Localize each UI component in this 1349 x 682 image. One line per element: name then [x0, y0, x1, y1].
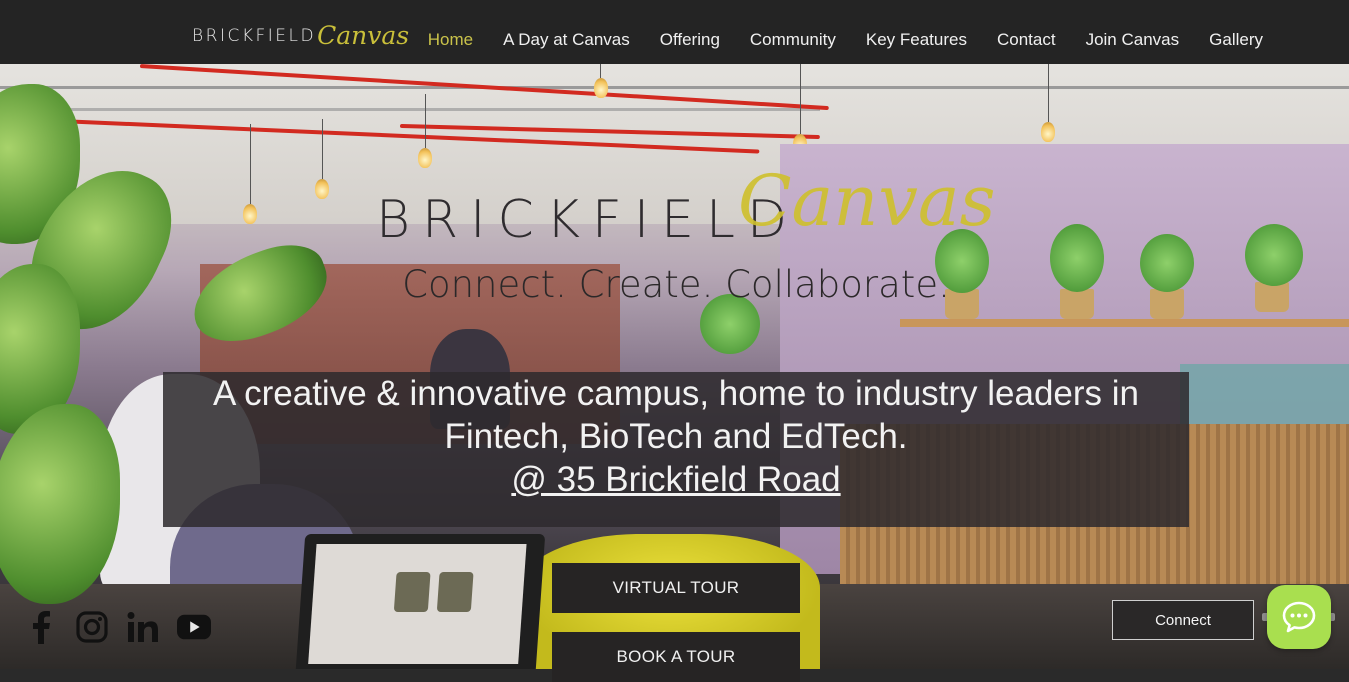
address-link[interactable]: @ 35 Brickfield Road [511, 460, 840, 499]
pendant-bulb [418, 148, 432, 168]
ceiling-pipe [0, 86, 1349, 89]
nav-item-offering[interactable]: Offering [660, 10, 720, 54]
shirt-thumbnail [393, 572, 431, 612]
book-a-tour-button[interactable]: BOOK A TOUR [552, 632, 800, 682]
hero-tagline: Connect. Create. Collaborate. [402, 263, 950, 306]
ceiling-pipe [60, 108, 820, 111]
logo-word: BRICKFIELD [192, 26, 317, 46]
potted-plant [1050, 224, 1104, 292]
hero-info-box: A creative & innovative campus, home to … [163, 372, 1189, 527]
plant-pot [1150, 289, 1184, 319]
hero-brand-logo: BRICKFIELD Canvas [376, 166, 996, 260]
youtube-icon[interactable] [177, 610, 211, 644]
connect-button[interactable]: Connect [1112, 600, 1254, 640]
bulb-wire [800, 64, 801, 134]
bulb-wire [1048, 64, 1049, 122]
nav-item-key-features[interactable]: Key Features [866, 10, 967, 54]
plant-pot [1255, 282, 1289, 312]
main-nav: Home A Day at Canvas Offering Community … [398, 0, 1263, 64]
nav-item-a-day-at-canvas[interactable]: A Day at Canvas [503, 10, 630, 54]
instagram-icon[interactable] [75, 610, 109, 644]
virtual-tour-button[interactable]: VIRTUAL TOUR [552, 563, 800, 613]
facebook-icon[interactable] [24, 610, 58, 644]
pendant-bulb [594, 78, 608, 98]
potted-plant [1245, 224, 1303, 286]
pendant-bulb [315, 179, 329, 199]
pendant-bulb [243, 204, 257, 224]
laptop-screen [308, 544, 527, 664]
laptop [294, 534, 546, 669]
info-line-1: A creative & innovative campus, home to … [212, 374, 1140, 413]
nav-item-gallery[interactable]: Gallery [1209, 10, 1263, 54]
info-line-2: Fintech, BioTech and EdTech. [444, 417, 908, 456]
potted-plant [1140, 234, 1194, 292]
site-header: BRICKFIELD Canvas Home A Day at Canvas O… [0, 0, 1349, 64]
bulb-wire [250, 124, 251, 204]
nav-item-community[interactable]: Community [750, 10, 836, 54]
bulb-wire [425, 94, 426, 148]
plant-pot [1060, 289, 1094, 319]
site-logo[interactable]: BRICKFIELD Canvas [192, 14, 409, 48]
shirt-thumbnail [436, 572, 474, 612]
nav-item-contact[interactable]: Contact [997, 10, 1056, 54]
hero-brand-word: BRICKFIELD [376, 190, 800, 250]
hero-brand-script: Canvas [738, 160, 996, 242]
chat-bubble-icon[interactable] [1267, 585, 1331, 649]
logo-script: Canvas [317, 21, 410, 50]
pendant-bulb [1041, 122, 1055, 142]
nav-item-home[interactable]: Home [428, 10, 473, 54]
linkedin-icon[interactable] [126, 610, 160, 644]
nav-item-join-canvas[interactable]: Join Canvas [1086, 10, 1180, 54]
shelf [900, 319, 1349, 327]
bulb-wire [322, 119, 323, 179]
bulb-wire [600, 64, 601, 78]
social-bar [24, 610, 211, 644]
